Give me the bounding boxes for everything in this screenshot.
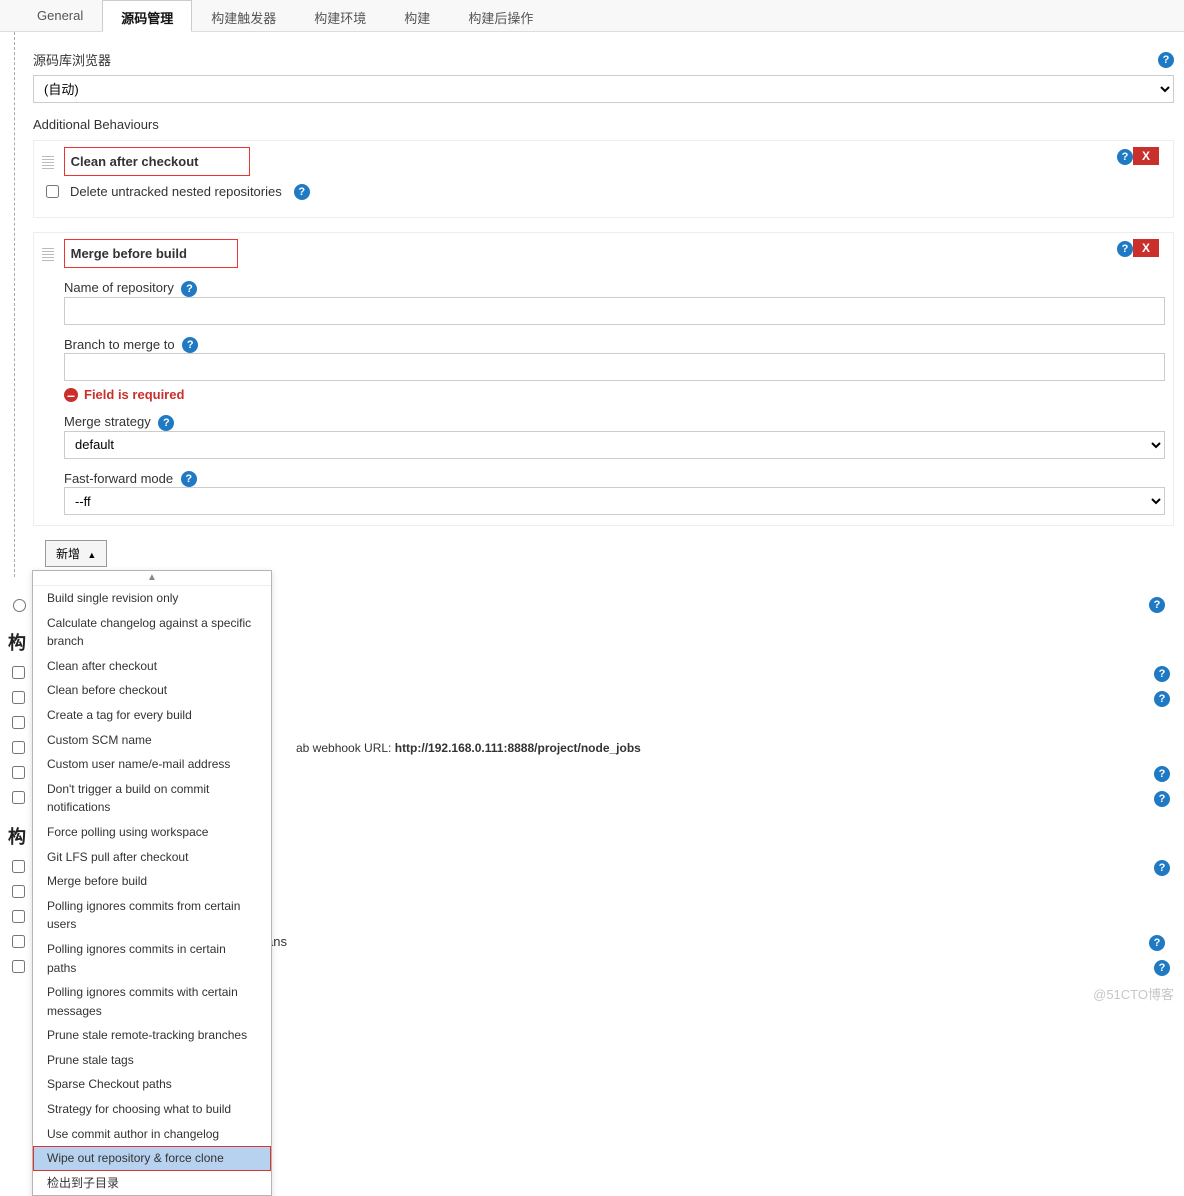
tab-general[interactable]: General (18, 0, 102, 31)
help-icon[interactable]: ? (1154, 791, 1170, 807)
webhook-text: ab webhook URL: http://192.168.0.111:888… (296, 741, 641, 755)
dropdown-item[interactable]: Strategy for choosing what to build (33, 1097, 271, 1122)
dropdown-item[interactable]: Git LFS pull after checkout (33, 845, 271, 870)
tab-env[interactable]: 构建环境 (295, 0, 385, 31)
dropdown-item[interactable]: Sparse Checkout paths (33, 1072, 271, 1097)
fast-forward-label: Fast-forward mode (64, 471, 173, 486)
env-checkbox-5[interactable] (12, 960, 25, 973)
dropdown-item[interactable]: Polling ignores commits in certain paths (33, 937, 271, 980)
help-icon[interactable]: ? (158, 415, 174, 431)
trigger-checkbox-5[interactable] (12, 766, 25, 779)
merge-strategy-label: Merge strategy (64, 414, 151, 429)
delete-untracked-checkbox[interactable] (46, 185, 59, 198)
help-icon[interactable]: ? (181, 471, 197, 487)
help-icon[interactable]: ? (1158, 52, 1174, 68)
dropdown-item[interactable]: Build single revision only (33, 586, 271, 611)
help-icon[interactable]: ? (294, 184, 310, 200)
trigger-checkbox-2[interactable] (12, 691, 25, 704)
dropdown-item[interactable]: Polling ignores commits from certain use… (33, 894, 271, 937)
drag-handle-icon[interactable] (42, 248, 54, 262)
help-icon[interactable]: ? (1154, 691, 1170, 707)
dropdown-item[interactable]: Clean before checkout (33, 678, 271, 703)
dropdown-item[interactable]: Custom user name/e-mail address (33, 752, 271, 777)
add-button-label: 新增 (56, 547, 80, 561)
help-icon[interactable]: ? (1154, 666, 1170, 682)
help-icon[interactable]: ? (181, 281, 197, 297)
name-of-repo-input[interactable] (64, 297, 1165, 325)
branch-to-merge-label: Branch to merge to (64, 337, 175, 352)
delete-button[interactable]: X (1133, 239, 1159, 257)
trigger-checkbox-webhook[interactable] (12, 741, 25, 754)
caret-up-icon: ▲ (87, 550, 96, 560)
help-icon[interactable]: ? (1154, 860, 1170, 876)
dropdown-item[interactable]: Custom SCM name (33, 728, 271, 753)
delete-button[interactable]: X (1133, 147, 1159, 165)
help-icon[interactable]: ? (1154, 960, 1170, 976)
tab-scm[interactable]: 源码管理 (102, 0, 192, 32)
webhook-prefix: ab webhook URL: (296, 741, 395, 755)
delete-untracked-label: Delete untracked nested repositories (70, 184, 282, 199)
tab-post[interactable]: 构建后操作 (449, 0, 552, 31)
error-text: Field is required (84, 387, 184, 402)
trigger-checkbox-3[interactable] (12, 716, 25, 729)
help-icon[interactable]: ? (182, 337, 198, 353)
dropdown-item[interactable]: Force polling using workspace (33, 820, 271, 845)
env-checkbox-4[interactable] (12, 935, 25, 948)
help-icon[interactable]: ? (1149, 597, 1165, 613)
env-checkbox-1[interactable] (12, 860, 25, 873)
dropdown-item[interactable]: Create a tag for every build (33, 703, 271, 728)
trigger-checkbox-1[interactable] (12, 666, 25, 679)
behaviour-merge-before-build: X ? Merge before build Name of repositor… (33, 232, 1174, 526)
behaviour-clean-after-checkout: X ? Clean after checkout Delete untracke… (33, 140, 1174, 218)
trigger-checkbox-6[interactable] (12, 791, 25, 804)
dropdown-item[interactable]: Use commit author in changelog (33, 1122, 271, 1147)
help-icon[interactable]: ? (1154, 766, 1170, 782)
validation-error: – Field is required (64, 387, 1165, 402)
webhook-url: http://192.168.0.111:8888/project/node_j… (395, 741, 641, 755)
add-behaviour-dropdown[interactable]: ▲ Build single revision onlyCalculate ch… (32, 570, 272, 1196)
dropdown-item[interactable]: 检出到子目录 (33, 1171, 271, 1196)
dropdown-item[interactable]: Calculate changelog against a specific b… (33, 611, 271, 654)
branch-to-merge-input[interactable] (64, 353, 1165, 381)
scm-none-radio[interactable] (13, 599, 26, 612)
dropdown-item[interactable]: Prune stale remote-tracking branches (33, 1023, 271, 1048)
behaviour-title: Clean after checkout (64, 147, 250, 176)
env-checkbox-2[interactable] (12, 885, 25, 898)
error-icon: – (64, 388, 78, 402)
behaviour-title: Merge before build (64, 239, 238, 268)
dropdown-item[interactable]: Wipe out repository & force clone (33, 1146, 271, 1171)
help-icon[interactable]: ? (1117, 149, 1133, 165)
additional-behaviours-label: Additional Behaviours (33, 117, 1174, 132)
watermark: @51CTO博客 (1093, 984, 1174, 1003)
dropdown-item[interactable]: Don't trigger a build on commit notifica… (33, 777, 271, 820)
repo-browser-label: 源码库浏览器 (33, 50, 1174, 69)
fast-forward-select[interactable]: --ff (64, 487, 1165, 515)
scroll-up-icon[interactable]: ▲ (33, 571, 271, 586)
dropdown-item[interactable]: Prune stale tags (33, 1048, 271, 1073)
add-behaviour-button[interactable]: 新增 ▲ (45, 540, 107, 567)
name-of-repo-label: Name of repository (64, 280, 174, 295)
dropdown-item[interactable]: Merge before build (33, 869, 271, 894)
drag-handle-icon[interactable] (42, 156, 54, 170)
tab-bar: General 源码管理 构建触发器 构建环境 构建 构建后操作 (0, 0, 1184, 32)
config-body: ? 源码库浏览器 (自动) Additional Behaviours X ? … (14, 32, 1184, 577)
env-checkbox-3[interactable] (12, 910, 25, 923)
dropdown-item[interactable]: Polling ignores commits with certain mes… (33, 980, 271, 1023)
tab-build[interactable]: 构建 (385, 0, 449, 31)
repo-browser-select[interactable]: (自动) (33, 75, 1174, 103)
merge-strategy-select[interactable]: default (64, 431, 1165, 459)
help-icon[interactable]: ? (1149, 935, 1165, 951)
dropdown-item[interactable]: Clean after checkout (33, 654, 271, 679)
help-icon[interactable]: ? (1117, 241, 1133, 257)
tab-triggers[interactable]: 构建触发器 (192, 0, 295, 31)
